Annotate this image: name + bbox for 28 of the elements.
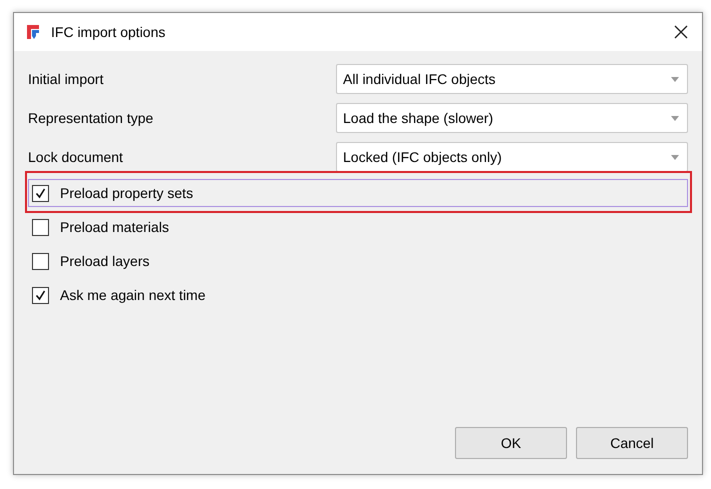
checkbox-label: Preload materials xyxy=(60,219,169,235)
caret-icon xyxy=(671,154,679,160)
checkbox-row[interactable]: Preload materials xyxy=(28,213,688,241)
window-title: IFC import options xyxy=(51,24,166,40)
checkbox[interactable] xyxy=(32,252,49,270)
close-icon[interactable] xyxy=(672,23,690,41)
checkbox[interactable] xyxy=(32,286,49,304)
check-icon xyxy=(35,290,46,300)
checkbox-label: Preload property sets xyxy=(60,185,194,201)
checkbox-row[interactable]: Ask me again next time xyxy=(28,281,688,309)
dropdown[interactable]: All individual IFC objects xyxy=(336,64,688,94)
checkbox-label: Ask me again next time xyxy=(60,287,206,303)
field-label: Initial import xyxy=(28,71,104,87)
checkbox[interactable] xyxy=(32,218,49,236)
caret-icon xyxy=(671,76,679,82)
dropdown[interactable]: Locked (IFC objects only) xyxy=(336,142,688,172)
focus-frame[interactable]: Preload property sets xyxy=(28,179,688,207)
dropdown[interactable]: Load the shape (slower) xyxy=(336,103,688,133)
dialog-button[interactable]: OK xyxy=(455,427,567,459)
field-label: Representation type xyxy=(28,110,154,126)
checkbox-row[interactable]: Preload layers xyxy=(28,247,688,275)
dialog-button[interactable]: Cancel xyxy=(576,427,688,459)
check-icon xyxy=(35,188,46,198)
caret-icon xyxy=(671,116,679,120)
checkbox[interactable] xyxy=(32,184,49,202)
app-logo-icon xyxy=(24,23,42,41)
field-label: Lock document xyxy=(28,149,124,165)
checkbox-label: Preload layers xyxy=(60,253,150,269)
